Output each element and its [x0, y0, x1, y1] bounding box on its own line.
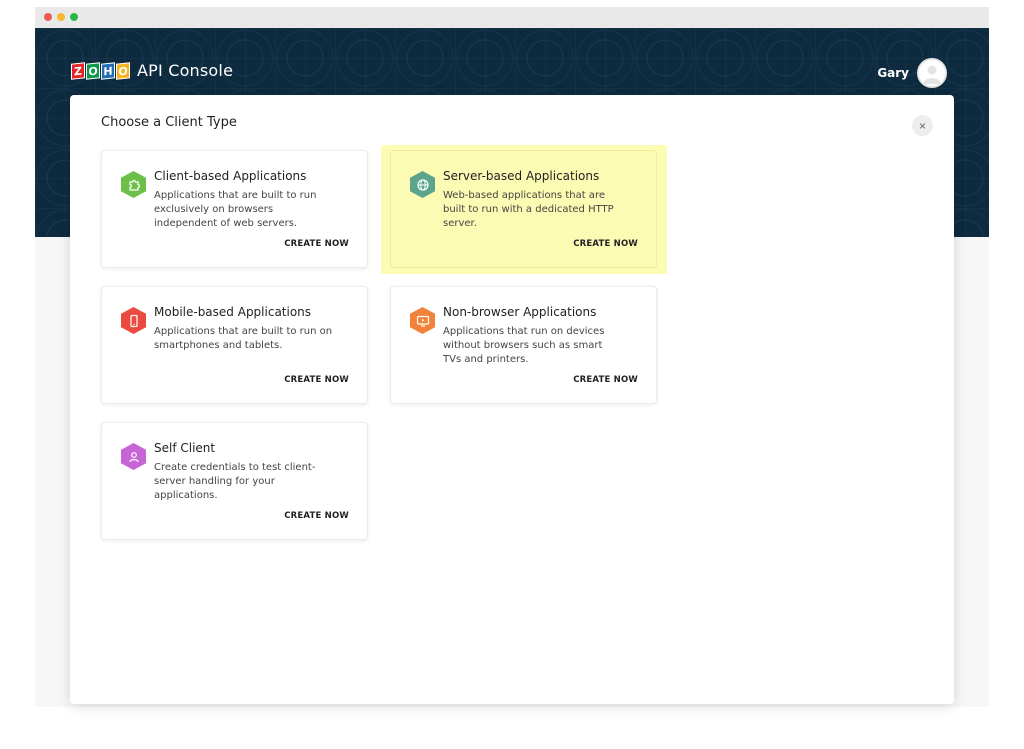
app-title: API Console — [137, 61, 234, 80]
card-mobile-based[interactable]: Mobile-based Applications Applications t… — [101, 286, 368, 404]
logo-tile-z: Z — [71, 61, 85, 80]
puzzle-icon — [121, 171, 146, 198]
create-now-button[interactable]: CREATE NOW — [284, 511, 349, 521]
create-now-button[interactable]: CREATE NOW — [284, 239, 349, 249]
card-description: Create credentials to test client-server… — [154, 462, 316, 501]
card-title: Server-based Applications — [443, 169, 600, 183]
logo-tiles: Z O H O — [71, 61, 130, 80]
zoho-logo[interactable]: Z O H O API Console — [71, 61, 233, 80]
card-self-client[interactable]: Self Client Create credentials to test c… — [101, 422, 368, 540]
card-description: Applications that are built to run exclu… — [154, 190, 317, 229]
card-client-based[interactable]: Client-based Applications Applications t… — [101, 150, 368, 268]
minimize-window-dot[interactable] — [57, 13, 65, 21]
logo-tile-h: H — [101, 61, 115, 80]
close-button[interactable]: × — [912, 115, 933, 136]
card-description: Applications that are built to run on sm… — [154, 326, 333, 351]
card-title: Non-browser Applications — [443, 305, 597, 319]
close-window-dot[interactable] — [44, 13, 52, 21]
user-menu[interactable]: Gary — [877, 58, 947, 88]
card-server-based[interactable]: Server-based Applications Web-based appl… — [390, 150, 657, 268]
logo-tile-o: O — [86, 61, 100, 80]
logo-tile-o2: O — [116, 61, 130, 80]
user-icon — [121, 443, 146, 470]
modal-title: Choose a Client Type — [101, 115, 237, 130]
avatar-silhouette-icon — [923, 65, 941, 84]
card-non-browser[interactable]: Non-browser Applications Applications th… — [390, 286, 657, 404]
avatar[interactable] — [917, 58, 947, 88]
create-now-button[interactable]: CREATE NOW — [573, 375, 638, 385]
close-icon: × — [918, 118, 926, 133]
mobile-icon — [121, 307, 146, 334]
card-title: Self Client — [154, 441, 216, 455]
card-title: Client-based Applications — [154, 169, 307, 183]
create-now-button[interactable]: CREATE NOW — [573, 239, 638, 249]
card-description: Web-based applications that are built to… — [443, 190, 614, 229]
create-now-button[interactable]: CREATE NOW — [284, 375, 349, 385]
card-description: Applications that run on devices without… — [443, 326, 605, 365]
maximize-window-dot[interactable] — [70, 13, 78, 21]
user-name: Gary — [877, 66, 909, 80]
card-title: Mobile-based Applications — [154, 305, 312, 319]
browser-titlebar — [35, 7, 989, 29]
globe-icon — [410, 171, 435, 198]
tv-icon — [410, 307, 435, 334]
